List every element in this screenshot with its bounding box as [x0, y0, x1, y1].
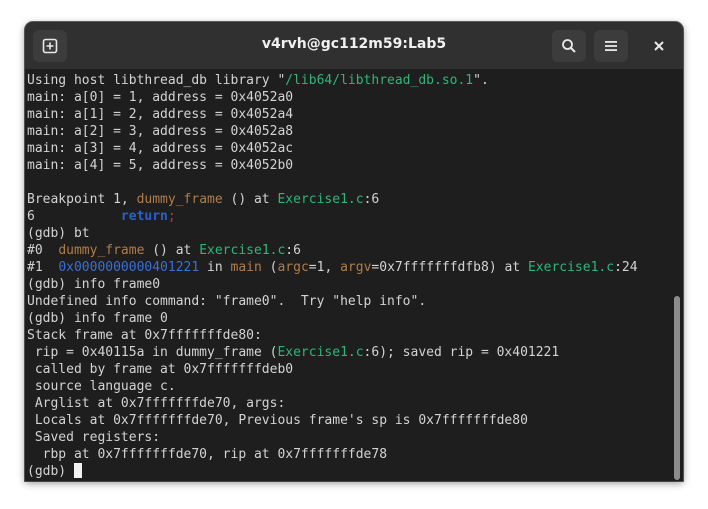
- terminal-text-segment: called by frame at 0x7fffffffdeb0: [27, 362, 294, 377]
- terminal-line: #0 dummy_frame () at Exercise1.c:6: [27, 242, 671, 259]
- search-button[interactable]: [552, 30, 586, 62]
- terminal-text-segment: Saved registers:: [27, 430, 161, 445]
- terminal-text-segment: (gdb) info frame0: [27, 277, 161, 292]
- terminal-line: main: a[0] = 1, address = 0x4052a0: [27, 89, 671, 106]
- terminal-line: Arglist at 0x7fffffffde70, args:: [27, 395, 671, 412]
- terminal-text-segment: (: [261, 260, 278, 275]
- terminal-text-segment: :6); saved rip = 0x401221: [363, 345, 560, 360]
- terminal-text-segment: dummy_frame: [136, 192, 223, 207]
- terminal-text-segment: Stack frame at 0x7fffffffde80:: [27, 328, 262, 343]
- terminal-text-segment: (gdb): [27, 464, 74, 479]
- terminal-text-segment: in: [199, 260, 231, 275]
- terminal-line: Breakpoint 1, dummy_frame () at Exercise…: [27, 191, 671, 208]
- terminal-line: main: a[3] = 4, address = 0x4052ac: [27, 140, 671, 157]
- terminal-text-segment: ;: [167, 209, 176, 224]
- terminal-line: Undefined info command: "frame0". Try "h…: [27, 293, 671, 310]
- terminal-text-segment: Locals at 0x7fffffffde70, Previous frame…: [27, 413, 528, 428]
- terminal-line: Using host libthread_db library "/lib64/…: [27, 72, 671, 89]
- terminal-window: v4rvh@gc112m59:Lab5 Using host libthread…: [25, 22, 683, 481]
- terminal-text-segment: () at: [222, 192, 278, 207]
- terminal-line: (gdb) bt: [27, 225, 671, 242]
- terminal-text-segment: main: a[3] = 4, address = 0x4052ac: [27, 141, 294, 156]
- terminal-text-segment: ".: [473, 73, 489, 88]
- terminal-line: Stack frame at 0x7fffffffde80:: [27, 327, 671, 344]
- terminal-text-segment: Undefined info command: "frame0". Try "h…: [27, 294, 427, 309]
- terminal-text-segment: main: a[4] = 5, address = 0x4052b0: [27, 158, 294, 173]
- terminal-text-segment: Exercise1.c: [527, 260, 615, 275]
- terminal-line: called by frame at 0x7fffffffdeb0: [27, 361, 671, 378]
- terminal-line: (gdb) info frame 0: [27, 310, 671, 327]
- terminal-line: rbp at 0x7fffffffde70, rip at 0x7fffffff…: [27, 446, 671, 463]
- terminal-line: 6 return;: [27, 208, 671, 225]
- terminal-line: Saved registers:: [27, 429, 671, 446]
- terminal-line: (gdb): [27, 463, 671, 480]
- terminal-text-segment: 0x0000000000401221: [58, 260, 200, 275]
- terminal-line: Locals at 0x7fffffffde70, Previous frame…: [27, 412, 671, 429]
- terminal-text-segment: (gdb) info frame 0: [27, 311, 168, 326]
- hamburger-menu-icon: [605, 41, 617, 51]
- terminal-line: main: a[1] = 2, address = 0x4052a4: [27, 106, 671, 123]
- terminal-text-segment: Using host libthread_db library ": [27, 73, 286, 88]
- title-bar: v4rvh@gc112m59:Lab5: [25, 22, 683, 70]
- terminal-text-segment: return: [120, 209, 168, 224]
- search-icon: [562, 39, 576, 53]
- terminal-output[interactable]: Using host libthread_db library "/lib64/…: [25, 70, 671, 481]
- terminal-text-segment: main: a[2] = 3, address = 0x4052a8: [27, 124, 294, 139]
- terminal-text-segment: =1,: [308, 260, 341, 275]
- terminal-text-segment: Exercise1.c: [277, 345, 364, 360]
- terminal-line: main: a[2] = 3, address = 0x4052a8: [27, 123, 671, 140]
- terminal-text-segment: dummy_frame: [58, 243, 145, 258]
- terminal-text-segment: main: [230, 260, 262, 275]
- terminal-line: main: a[4] = 5, address = 0x4052b0: [27, 157, 671, 174]
- terminal-text-segment: Exercise1.c: [277, 192, 364, 207]
- terminal-text-segment: 6: [27, 209, 121, 224]
- terminal-line: rip = 0x40115a in dummy_frame (Exercise1…: [27, 344, 671, 361]
- terminal-line: (gdb) info frame0: [27, 276, 671, 293]
- terminal-text-segment: argv: [340, 260, 372, 275]
- terminal-line: #1 0x0000000000401221 in main (argc=1, a…: [27, 259, 671, 276]
- terminal-line: source language c.: [27, 378, 671, 395]
- terminal-text: Using host libthread_db library "/lib64/…: [25, 70, 671, 480]
- terminal-text-segment: rbp at 0x7fffffffde70, rip at 0x7fffffff…: [27, 447, 388, 462]
- terminal-text-segment: :6: [285, 243, 301, 258]
- terminal-text-segment: /lib64/libthread_db.so.1: [285, 73, 474, 88]
- terminal-text-segment: =0x7fffffffdfb8) at: [371, 260, 528, 275]
- terminal-text-segment: (gdb) bt: [27, 226, 90, 241]
- close-icon: [654, 41, 664, 51]
- terminal-text-segment: main: a[0] = 1, address = 0x4052a0: [27, 90, 294, 105]
- terminal-text-segment: rip = 0x40115a in dummy_frame (: [27, 345, 278, 360]
- terminal-text-segment: Arglist at 0x7fffffffde70, args:: [27, 396, 294, 411]
- menu-button[interactable]: [594, 30, 628, 62]
- scrollbar-thumb[interactable]: [674, 296, 680, 480]
- terminal-text-segment: source language c.: [27, 379, 176, 394]
- terminal-text-segment: #0: [27, 243, 59, 258]
- close-button[interactable]: [642, 30, 676, 62]
- terminal-text-segment: Breakpoint 1,: [27, 192, 137, 207]
- scrollbar[interactable]: [671, 70, 683, 481]
- terminal-text-segment: argc: [277, 260, 309, 275]
- terminal-text-segment: :24: [614, 260, 638, 275]
- terminal-cursor: [73, 463, 82, 478]
- terminal-text-segment: #1: [27, 260, 59, 275]
- terminal-text-segment: () at: [144, 243, 200, 258]
- terminal-text-segment: :6: [363, 192, 380, 207]
- terminal-text-segment: Exercise1.c: [199, 243, 286, 258]
- terminal-text-segment: main: a[1] = 2, address = 0x4052a4: [27, 107, 294, 122]
